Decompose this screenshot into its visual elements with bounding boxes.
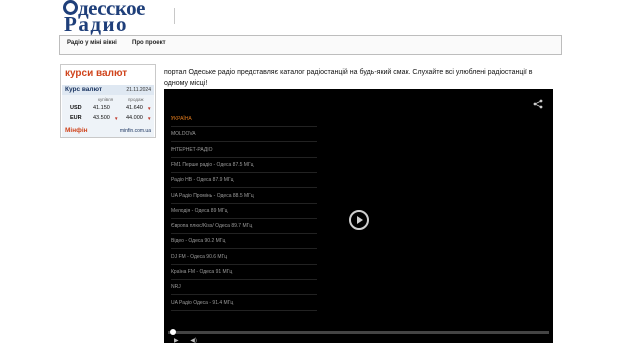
chevron-right-icon: › <box>171 145 173 152</box>
rate-buy: 41.150 <box>93 105 110 111</box>
station-list-item[interactable]: Країна FM - Одеса 91 МГц <box>171 265 317 280</box>
station-list-item[interactable]: UA Радіо Промінь - Одеса 88.5 МГц <box>171 189 317 204</box>
station-list-item[interactable]: Мелодія - Одеса 89 МГц <box>171 204 317 219</box>
rates-table: Курс валют 21.11.2024 купівля продаж USD… <box>62 85 154 137</box>
col-buy-label: купівля <box>98 97 114 102</box>
progress-bar[interactable] <box>168 329 549 335</box>
nav-item-mini-window[interactable]: Радіо у міні вікні <box>67 40 117 46</box>
currency-code: USD <box>70 105 82 111</box>
play-small-icon[interactable]: ▶ <box>174 338 179 343</box>
nav-item-about[interactable]: Про проект <box>132 40 166 46</box>
header-divider <box>174 8 175 24</box>
share-icon[interactable] <box>533 99 543 109</box>
chevron-right-icon: › <box>171 115 173 121</box>
currency-widget: курси валют Курс валют 21.11.2024 купівл… <box>60 64 156 138</box>
station-list-item[interactable]: ІНТЕРНЕТ-РАДІО › <box>171 143 317 158</box>
col-sell-label: продаж <box>128 97 144 102</box>
station-label: Радіо НВ - Одеса 87.9 МГц <box>171 177 234 184</box>
rates-date: 21.11.2024 <box>126 87 151 93</box>
station-label: UA Радіо Одеса - 91.4 МГц <box>171 299 234 306</box>
station-list-item[interactable]: FM1 Перше радіо - Одеса 87.5 МГц <box>171 158 317 173</box>
intro-text: портал Одеське радіо представляє каталог… <box>164 69 533 87</box>
station-label: NRJ <box>171 284 181 291</box>
radio-player: УКРАЇНА › MOLDOVA › ІНТЕРНЕТ-РАДІО › FM1 Перше… <box>164 89 553 343</box>
currency-widget-title: курси валют <box>65 68 128 79</box>
top-nav: Радіо у міні вікні Про проект <box>59 35 562 55</box>
rates-source-link[interactable]: minfin.com.ua <box>120 128 151 134</box>
station-list-item[interactable]: УКРАЇНА › <box>171 112 317 127</box>
rate-sell: 41.640 <box>126 105 143 111</box>
rate-sell: 44.000 <box>126 115 143 121</box>
station-list-item[interactable]: NRJ <box>171 280 317 296</box>
rates-header: Курс валют 21.11.2024 <box>62 85 154 95</box>
rate-buy: 43.500 <box>93 115 110 121</box>
station-label: DJ FM - Одеса 90.6 МГц <box>171 253 228 260</box>
station-list-item[interactable]: Європа плюс/Kiss/ Одеса 89.7 МГц <box>171 219 317 235</box>
station-label: FM1 Перше радіо - Одеса 87.5 МГц <box>171 161 254 168</box>
rates-title: Курс валют <box>65 86 103 93</box>
station-label: Відео - Одеса 90.2 МГц <box>171 238 226 245</box>
site-header: десское Радио <box>0 0 620 36</box>
station-list-item[interactable]: Відео - Одеса 90.2 МГц <box>171 234 317 250</box>
station-label: Європа плюс/Kiss/ Одеса 89.7 МГц <box>171 223 253 230</box>
station-label: Країна FM - Одеса 91 МГц <box>171 269 233 275</box>
station-list: УКРАЇНА › MOLDOVA › ІНТЕРНЕТ-РАДІО › FM1 Перше… <box>164 89 317 343</box>
currency-code: EUR <box>70 115 82 121</box>
station-list-item[interactable]: Радіо НВ - Одеса 87.9 МГц <box>171 173 317 189</box>
play-button[interactable] <box>349 210 369 230</box>
rates-source-logo[interactable]: Мінфін <box>65 127 88 134</box>
player-controls: ▶ ◀) <box>174 337 197 343</box>
station-list-item[interactable]: MOLDOVA › <box>171 127 317 143</box>
station-list-item[interactable]: UA Радіо Одеса - 91.4 МГц <box>171 296 317 311</box>
rate-down-icon: ▼ <box>147 106 152 111</box>
station-label: Мелодія - Одеса 89 МГц <box>171 207 228 214</box>
station-label: UA Радіо Промінь - Одеса 88.5 МГц <box>171 192 254 199</box>
rate-down-icon: ▼ <box>114 116 119 121</box>
progress-knob[interactable] <box>169 329 176 335</box>
rate-down-icon: ▼ <box>147 116 152 121</box>
site-logo[interactable]: десское Радио <box>63 0 168 36</box>
station-list-item[interactable]: DJ FM - Одеса 90.6 МГц <box>171 250 317 265</box>
volume-icon[interactable]: ◀) <box>190 338 197 343</box>
logo-line2: Радио <box>64 12 129 36</box>
chevron-right-icon: › <box>171 130 173 137</box>
